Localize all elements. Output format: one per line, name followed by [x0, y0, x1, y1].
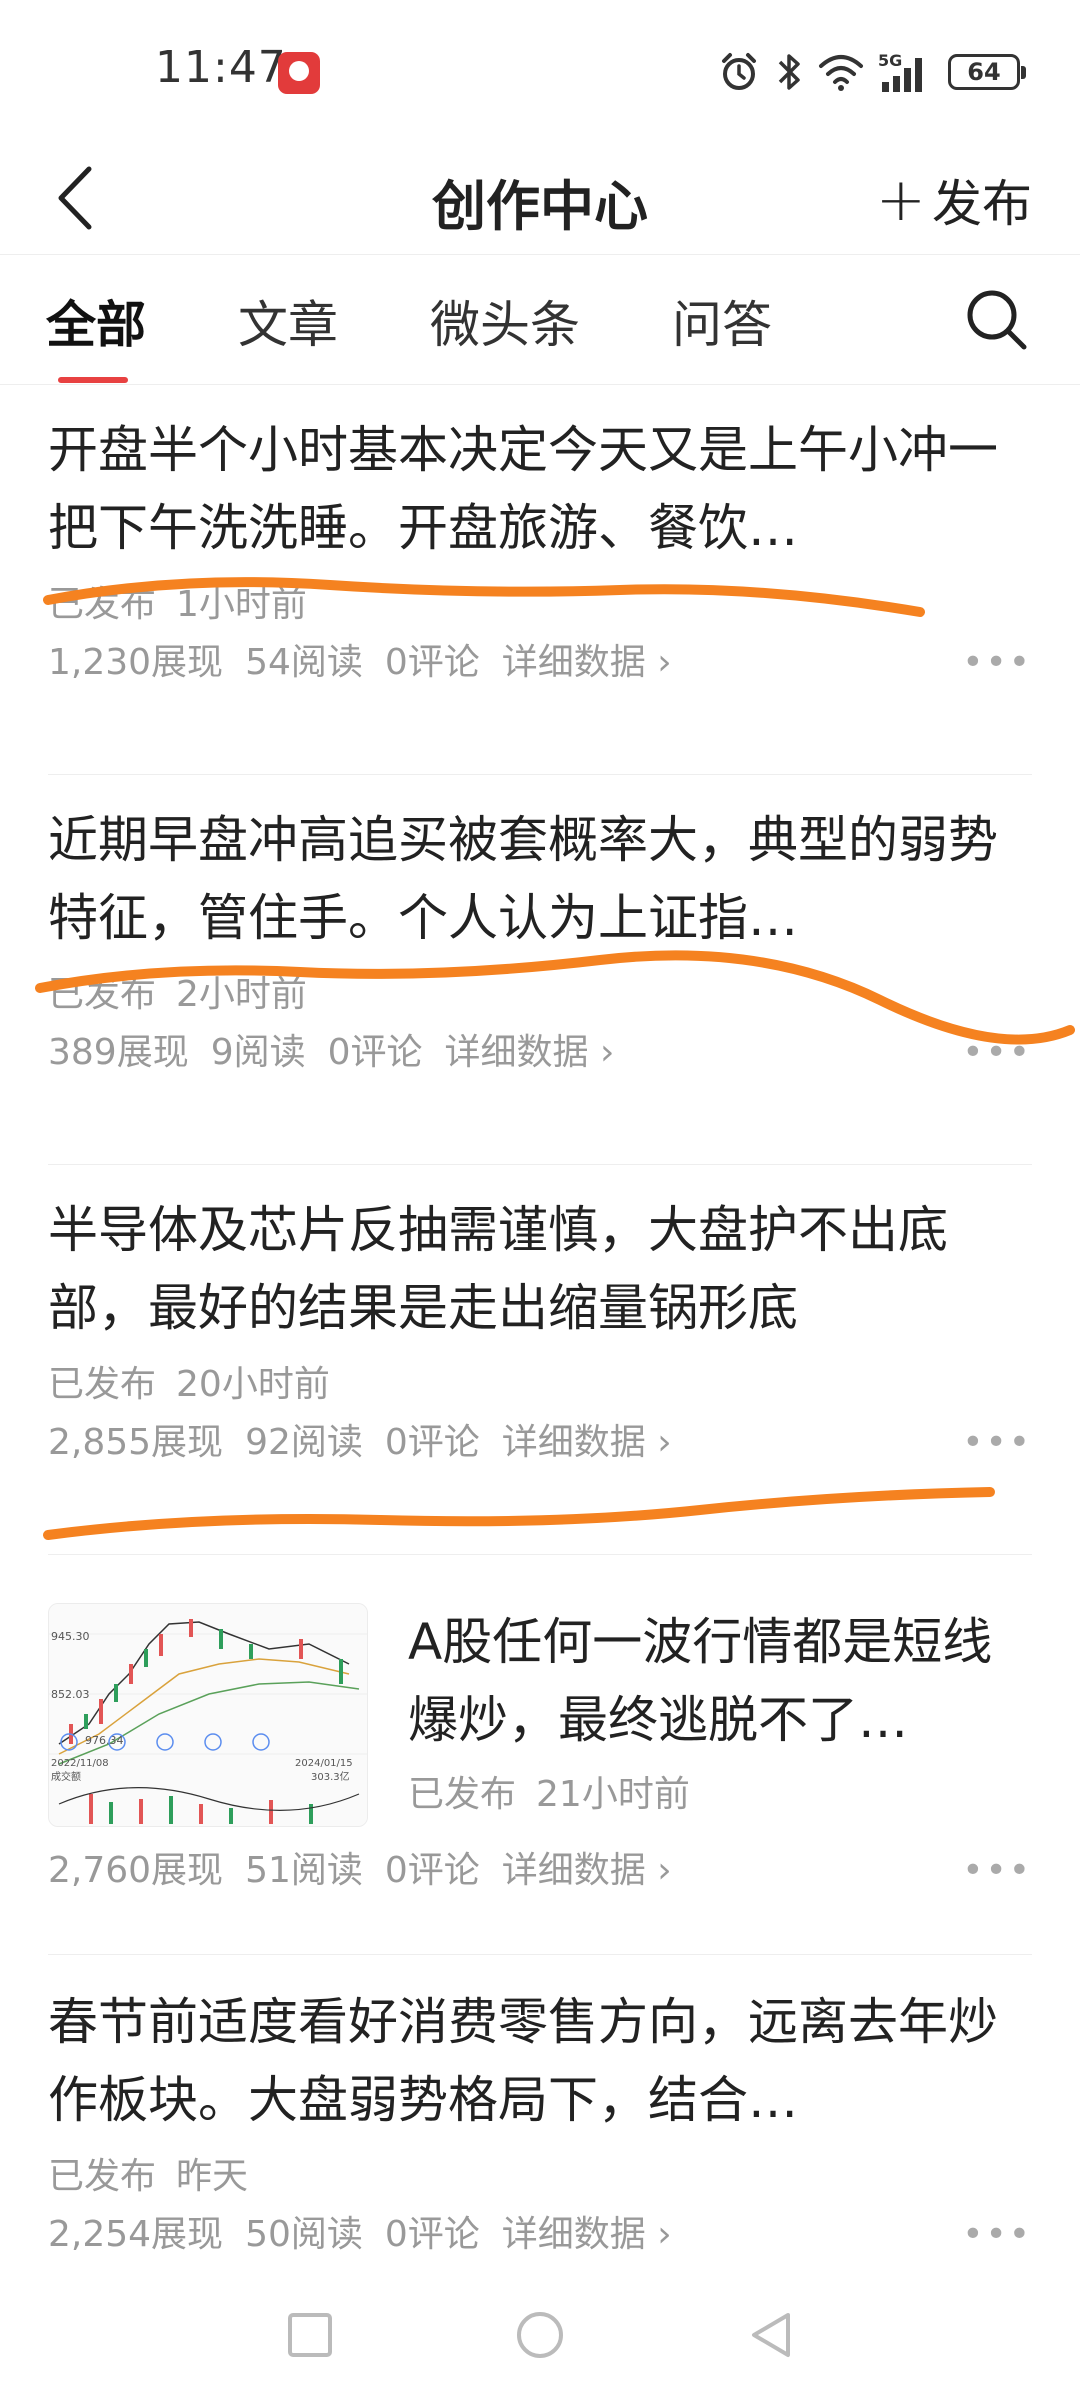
more-options-button[interactable]: •••	[962, 633, 1032, 693]
publish-button[interactable]: + 发布	[876, 164, 1032, 236]
publish-status: 已发布	[48, 2156, 157, 2197]
reads-count: 50阅读	[245, 2214, 363, 2255]
price-label-mid: 852.03	[51, 1688, 90, 1701]
system-nav-bar	[0, 2270, 1080, 2400]
comments-count: 0评论	[384, 1422, 480, 1463]
app-notification-icon	[278, 52, 320, 94]
status-bar: 11:47 5G 64	[0, 0, 1080, 140]
active-tab-indicator	[58, 377, 128, 383]
comments-count: 0评论	[384, 642, 480, 683]
list-item[interactable]: 近期早盘冲高追买被套概率大，典型的弱势特征，管住手。个人认为上证指… 已发布 2小…	[48, 775, 1032, 1165]
item-title[interactable]: 开盘半个小时基本决定今天又是上午小冲一把下午洗洗睡。开盘旅游、餐饮…	[48, 385, 1032, 567]
item-meta: 已发布 21小时前	[408, 1767, 1032, 1823]
alarm-icon	[722, 53, 756, 90]
item-text-block: A股任何一波行情都是短线爆炒，最终逃脱不了… 已发布 21小时前	[408, 1603, 1032, 1827]
tab-micro-headlines[interactable]: 微头条	[430, 285, 580, 357]
more-options-button[interactable]: •••	[962, 1413, 1032, 1473]
search-icon	[967, 290, 1027, 350]
list-item[interactable]: 半导体及芯片反抽需谨慎，大盘护不出底部，最好的结果是走出缩量锅形底 已发布 20小…	[48, 1165, 1032, 1555]
publish-label: 发布	[932, 175, 1032, 233]
square-icon	[288, 2313, 332, 2357]
publish-status: 已发布	[48, 974, 157, 1015]
status-icons: 5G 64	[718, 46, 1026, 98]
reads-count: 9阅读	[210, 1032, 306, 1073]
tab-articles[interactable]: 文章	[238, 285, 338, 357]
svg-text:5G: 5G	[878, 51, 902, 70]
details-link[interactable]: 详细数据 ›	[502, 2214, 672, 2255]
item-title[interactable]: 春节前适度看好消费零售方向，远离去年炒作板块。大盘弱势格局下，结合…	[48, 1955, 1032, 2139]
list-item[interactable]: 945.30 852.03 976.34 2022/11/08 2024/01/…	[48, 1555, 1032, 1955]
recent-apps-button[interactable]	[275, 2300, 345, 2370]
item-meta: 已发布 2小时前	[48, 967, 1032, 1023]
tab-qa[interactable]: 问答	[672, 285, 772, 357]
item-meta: 已发布 1小时前	[48, 577, 1032, 633]
publish-time: 21小时前	[536, 1774, 690, 1815]
comments-count: 0评论	[384, 2214, 480, 2255]
tab-all[interactable]: 全部	[46, 285, 146, 357]
views-count: 389展现	[48, 1032, 189, 1073]
publish-time: 1小时前	[176, 584, 307, 625]
reads-count: 51阅读	[245, 1850, 363, 1891]
item-stats: 2,254展现 50阅读 0评论 详细数据 › •••	[48, 2205, 1032, 2265]
views-count: 2,760展现	[48, 1850, 224, 1891]
publish-time: 昨天	[176, 2156, 249, 2197]
more-options-button[interactable]: •••	[962, 1841, 1032, 1901]
details-link[interactable]: 详细数据 ›	[502, 1850, 672, 1891]
publish-time: 2小时前	[176, 974, 307, 1015]
reads-count: 92阅读	[245, 1422, 363, 1463]
price-label-high: 945.30	[51, 1630, 90, 1643]
item-stats: 2,855展现 92阅读 0评论 详细数据 › •••	[48, 1413, 1032, 1473]
details-link[interactable]: 详细数据 ›	[502, 1422, 672, 1463]
date-start-label: 2022/11/08	[51, 1758, 109, 1769]
details-link[interactable]: 详细数据 ›	[502, 642, 672, 683]
item-stats: 1,230展现 54阅读 0评论 详细数据 › •••	[48, 633, 1032, 693]
wifi-icon	[819, 55, 863, 91]
more-options-button[interactable]: •••	[962, 2205, 1032, 2265]
home-button[interactable]	[505, 2300, 575, 2370]
item-stats: 389展现 9阅读 0评论 详细数据 › •••	[48, 1023, 1032, 1083]
date-end-label: 2024/01/15	[295, 1758, 353, 1769]
price-label-low: 976.34	[85, 1734, 124, 1747]
views-count: 2,855展现	[48, 1422, 224, 1463]
details-link[interactable]: 详细数据 ›	[445, 1032, 615, 1073]
list-item[interactable]: 开盘半个小时基本决定今天又是上午小冲一把下午洗洗睡。开盘旅游、餐饮… 已发布 1小…	[48, 385, 1032, 775]
circle-icon	[517, 2312, 563, 2358]
status-time: 11:47	[155, 42, 287, 93]
plus-icon: +	[875, 165, 926, 235]
item-meta: 已发布 昨天	[48, 2149, 1032, 2205]
triangle-back-icon	[752, 2313, 790, 2357]
views-count: 1,230展现	[48, 642, 224, 683]
item-title[interactable]: 近期早盘冲高追买被套概率大，典型的弱势特征，管住手。个人认为上证指…	[48, 775, 1032, 957]
publish-status: 已发布	[408, 1774, 517, 1815]
search-button[interactable]	[962, 285, 1032, 355]
volume-value: 303.3亿	[311, 1770, 350, 1783]
item-meta: 已发布 20小时前	[48, 1357, 1032, 1413]
kline-chart-thumbnail[interactable]: 945.30 852.03 976.34 2022/11/08 2024/01/…	[48, 1603, 368, 1827]
kline-chart-image: 945.30 852.03 976.34 2022/11/08 2024/01/…	[49, 1604, 367, 1826]
reads-count: 54阅读	[245, 642, 363, 683]
comments-count: 0评论	[327, 1032, 423, 1073]
volume-label: 成交额	[51, 1770, 81, 1783]
views-count: 2,254展现	[48, 2214, 224, 2255]
tab-bar: 全部 文章 微头条 问答	[0, 255, 1080, 385]
comments-count: 0评论	[384, 1850, 480, 1891]
cellular-signal-icon: 5G	[878, 51, 922, 92]
publish-status: 已发布	[48, 584, 157, 625]
item-stats: 2,760展现 51阅读 0评论 详细数据 › •••	[48, 1841, 1032, 1901]
item-title[interactable]: A股任何一波行情都是短线爆炒，最终逃脱不了…	[408, 1603, 1032, 1759]
publish-status: 已发布	[48, 1364, 157, 1405]
publish-time: 20小时前	[176, 1364, 330, 1405]
battery-icon: 64	[948, 54, 1026, 90]
list-item[interactable]: 春节前适度看好消费零售方向，远离去年炒作板块。大盘弱势格局下，结合… 已发布 昨天…	[48, 1955, 1032, 2275]
more-options-button[interactable]: •••	[962, 1023, 1032, 1083]
back-nav-button[interactable]	[735, 2300, 805, 2370]
header: 创作中心 + 发布	[0, 140, 1080, 255]
item-title[interactable]: 半导体及芯片反抽需谨慎，大盘护不出底部，最好的结果是走出缩量锅形底	[48, 1165, 1032, 1347]
content-list: 开盘半个小时基本决定今天又是上午小冲一把下午洗洗睡。开盘旅游、餐饮… 已发布 1小…	[0, 385, 1080, 2275]
battery-level: 64	[967, 58, 1001, 86]
bluetooth-icon	[778, 54, 800, 90]
